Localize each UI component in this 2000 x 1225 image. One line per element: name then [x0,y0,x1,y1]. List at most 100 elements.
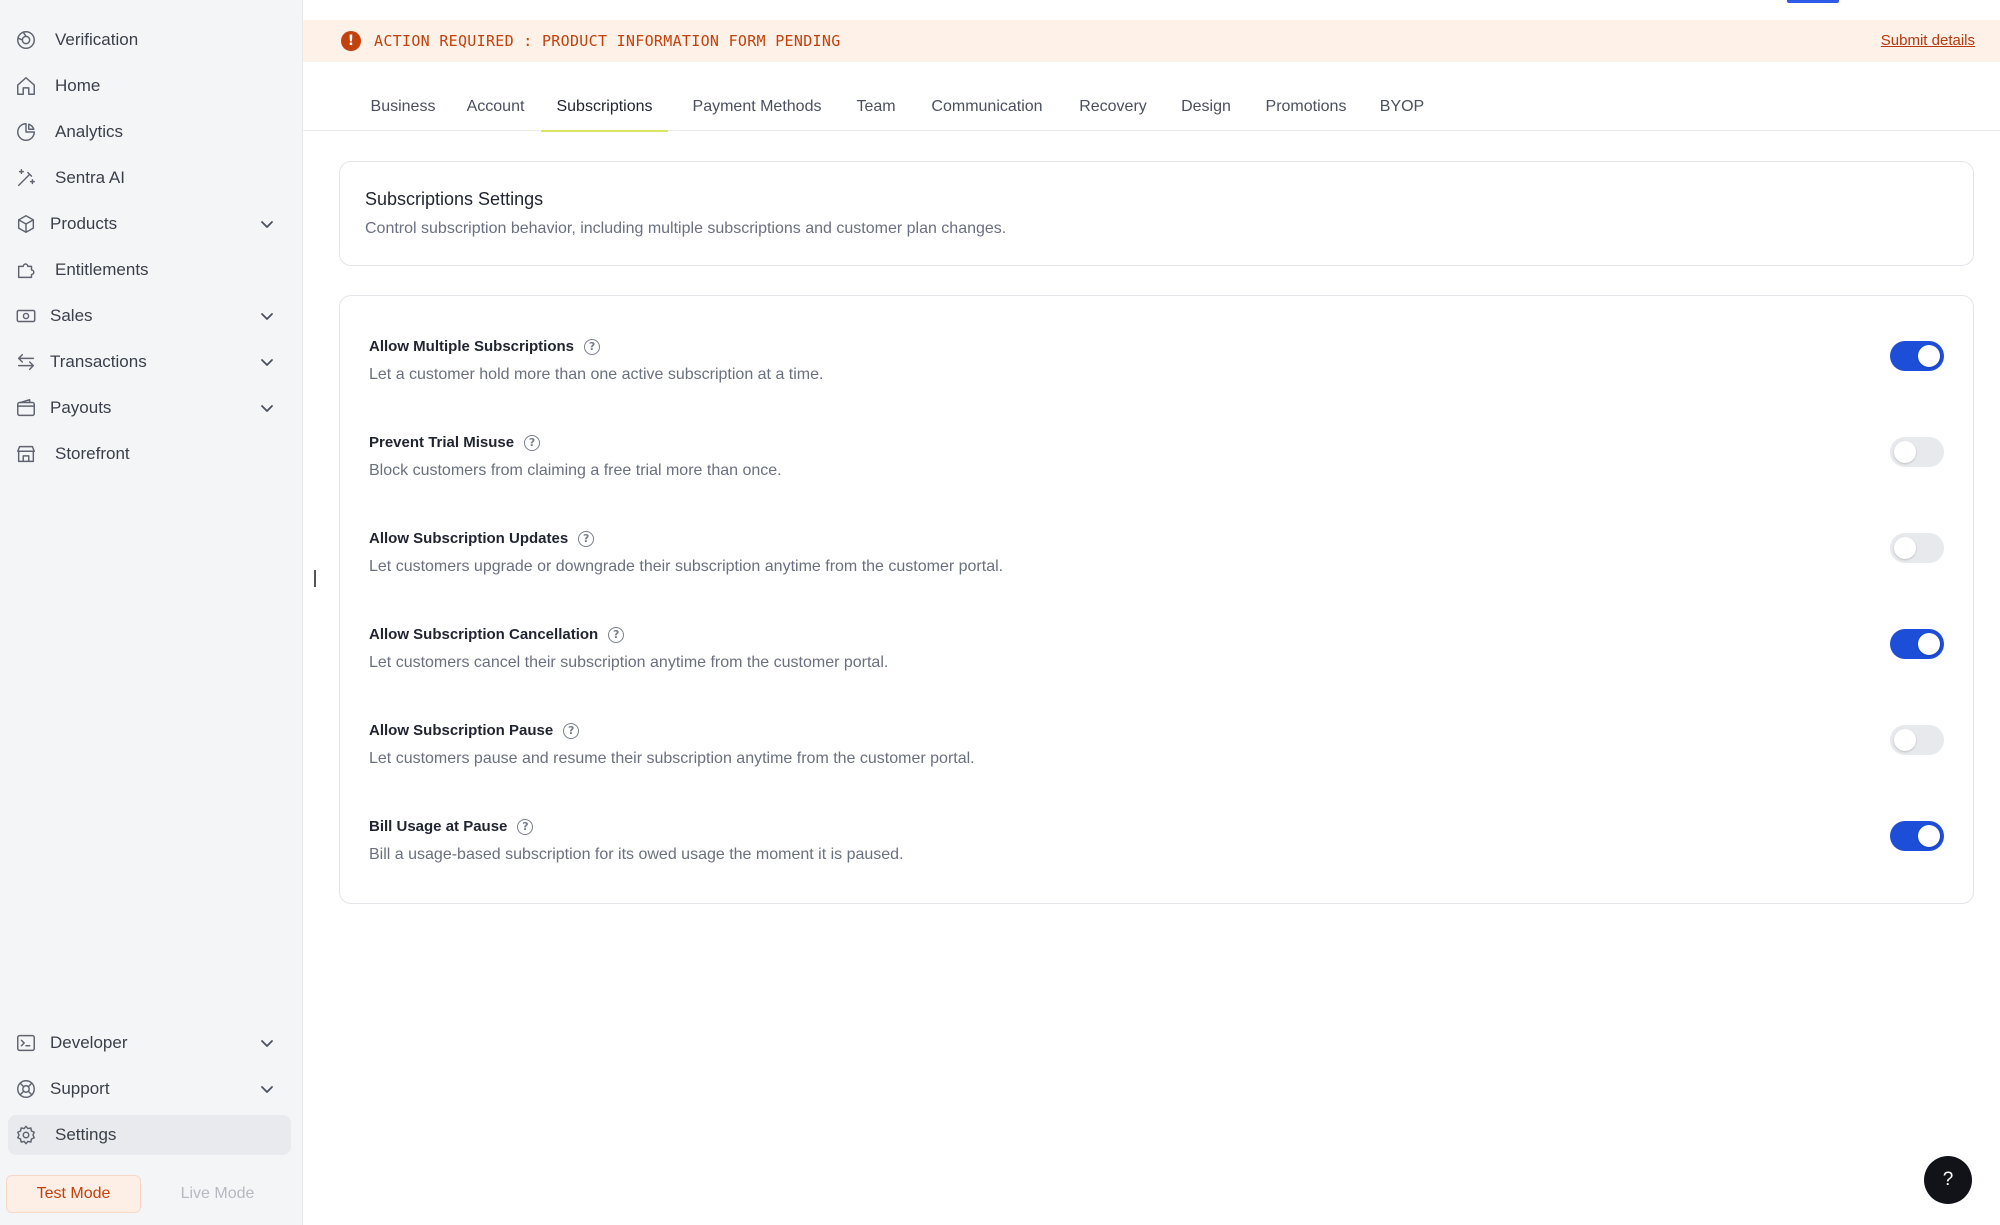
page-title: Subscriptions Settings [365,189,544,209]
sidebar-item-products[interactable]: Products [8,204,291,244]
setting-description: Let a customer hold more than one active… [369,366,824,383]
chevron-down-icon[interactable] [257,398,277,418]
allow-multiple-subscriptions-toggle[interactable] [1890,341,1944,371]
help-circle-icon[interactable]: ? [563,722,580,739]
subscription-settings-list: Allow Multiple Subscriptions ? Let a cus… [339,295,1974,904]
setting-label: Allow Subscription Cancellation [369,626,599,643]
sidebar-item-sentra-ai[interactable]: Sentra AI [8,158,291,198]
setting-allow-subscription-updates: Allow Subscription Updates ? Let custome… [340,530,1973,600]
sidebar-item-label: Storefront [55,444,130,463]
sidebar-item-label: Sales [50,306,93,325]
live-mode-button[interactable]: Live Mode [150,1175,285,1213]
help-circle-icon[interactable]: ? [517,818,534,835]
tab-account[interactable]: Account [454,82,537,131]
sidebar-item-sales[interactable]: Sales [8,296,291,336]
analytics-icon [14,120,38,144]
box-icon [14,212,38,236]
prevent-trial-misuse-toggle[interactable] [1890,437,1944,467]
help-circle-icon[interactable]: ? [584,338,601,355]
sidebar-item-label: Products [50,214,118,233]
sidebar-item-label: Verification [55,30,139,49]
chevron-down-icon[interactable] [257,352,277,372]
chevron-down-icon[interactable] [257,1079,277,1099]
store-icon [14,442,38,466]
sidebar-item-verification[interactable]: Verification [8,20,291,60]
help-circle-icon[interactable]: ? [524,434,541,451]
top-indicator [1787,0,1839,3]
setting-allow-multiple-subscriptions: Allow Multiple Subscriptions ? Let a cus… [340,338,1973,408]
sidebar-item-settings[interactable]: Settings [8,1115,291,1155]
verification-icon [14,28,38,52]
setting-label: Bill Usage at Pause [369,818,508,835]
toggle-knob [1918,633,1940,655]
help-button[interactable]: ? [1924,1156,1972,1204]
setting-description: Let customers cancel their subscription … [369,654,889,671]
tab-business[interactable]: Business [358,82,448,131]
sidebar-item-label: Entitlements [55,260,149,279]
sidebar-item-transactions[interactable]: Transactions [8,342,291,382]
sidebar-item-entitlements[interactable]: Entitlements [8,250,291,290]
tab-byop[interactable]: BYOP [1372,82,1432,131]
sidebar-item-label: Developer [50,1033,128,1052]
tab-team[interactable]: Team [846,82,906,131]
test-mode-button[interactable]: Test Mode [6,1175,141,1213]
chevron-down-icon[interactable] [257,214,277,234]
tab-recovery[interactable]: Recovery [1068,82,1158,131]
home-icon [14,74,38,98]
setting-allow-subscription-pause: Allow Subscription Pause ? Let customers… [340,722,1973,792]
sidebar: Verification Home Analytics Sentra AI Pr… [0,0,303,1225]
sidebar-item-payouts[interactable]: Payouts [8,388,291,428]
setting-label: Allow Subscription Pause [369,722,554,739]
alert-icon: ! [341,31,361,51]
toggle-knob [1894,729,1916,751]
gear-icon [14,1123,38,1147]
puzzle-icon [14,258,38,282]
tab-subscriptions[interactable]: Subscriptions [541,82,668,132]
bill-usage-at-pause-toggle[interactable] [1890,821,1944,851]
setting-bill-usage-at-pause: Bill Usage at Pause ? Bill a usage-based… [340,818,1973,888]
wallet-icon [14,396,38,420]
subscriptions-settings-header-card: Subscriptions Settings Control subscript… [339,161,1974,266]
sidebar-item-label: Payouts [50,398,112,417]
action-required-banner: ! ACTION REQUIRED : PRODUCT INFORMATION … [303,20,2000,62]
allow-subscription-cancellation-toggle[interactable] [1890,629,1944,659]
tab-design[interactable]: Design [1172,82,1240,131]
submit-details-link[interactable]: Submit details [1881,32,1975,49]
toggle-knob [1894,441,1916,463]
text-cursor [314,570,316,587]
settings-tabs: Business Account Subscriptions Payment M… [303,82,2000,132]
sidebar-item-label: Analytics [55,122,124,141]
tab-payment-methods[interactable]: Payment Methods [682,82,832,131]
sidebar-item-developer[interactable]: Developer [8,1023,291,1063]
setting-description: Let customers upgrade or downgrade their… [369,558,1004,575]
setting-label: Allow Subscription Updates [369,530,569,547]
chevron-down-icon[interactable] [257,1033,277,1053]
terminal-icon [14,1031,38,1055]
sidebar-item-storefront[interactable]: Storefront [8,434,291,474]
setting-prevent-trial-misuse: Prevent Trial Misuse ? Block customers f… [340,434,1973,504]
sidebar-item-label: Home [55,76,101,95]
setting-description: Bill a usage-based subscription for its … [369,846,904,863]
tab-promotions[interactable]: Promotions [1254,82,1358,131]
help-circle-icon[interactable]: ? [578,530,595,547]
banner-message: ACTION REQUIRED : PRODUCT INFORMATION FO… [374,32,841,50]
sidebar-item-home[interactable]: Home [8,66,291,106]
setting-description: Let customers pause and resume their sub… [369,750,975,767]
sidebar-item-label: Settings [55,1125,117,1144]
mode-switch: Test Mode Live Mode [6,1175,294,1215]
page-subtitle: Control subscription behavior, including… [365,220,1007,237]
main-content: ! ACTION REQUIRED : PRODUCT INFORMATION … [303,0,2000,1225]
sidebar-item-label: Transactions [50,352,147,371]
toggle-knob [1918,825,1940,847]
setting-allow-subscription-cancellation: Allow Subscription Cancellation ? Let cu… [340,626,1973,696]
allow-subscription-updates-toggle[interactable] [1890,533,1944,563]
sidebar-item-label: Support [50,1079,110,1098]
allow-subscription-pause-toggle[interactable] [1890,725,1944,755]
tab-communication[interactable]: Communication [920,82,1054,131]
chevron-down-icon[interactable] [257,306,277,326]
help-circle-icon[interactable]: ? [608,626,625,643]
sidebar-item-analytics[interactable]: Analytics [8,112,291,152]
sidebar-item-support[interactable]: Support [8,1069,291,1109]
toggle-knob [1918,345,1940,367]
toggle-knob [1894,537,1916,559]
